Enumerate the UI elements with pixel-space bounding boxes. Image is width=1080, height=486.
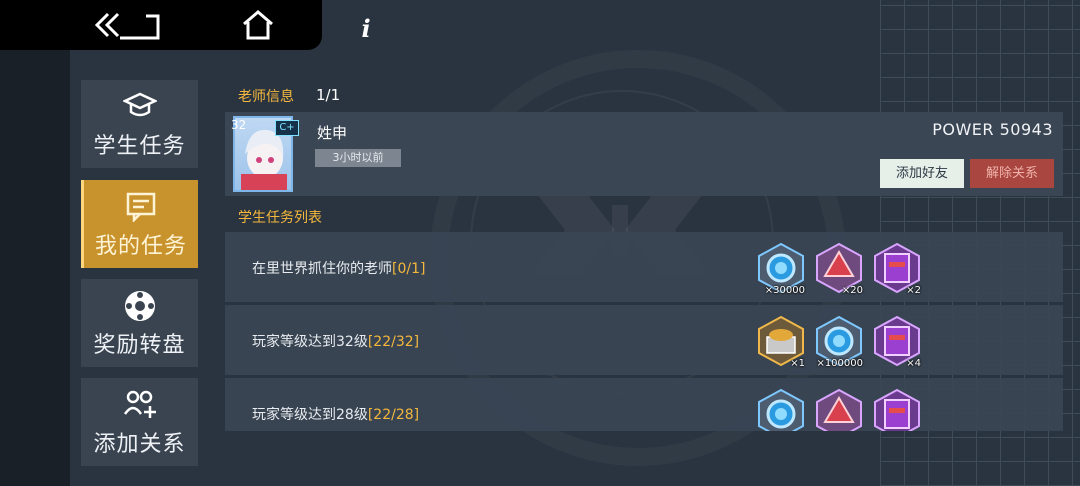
reward-quantity: ×4	[906, 358, 921, 369]
game-screen: i 学生任务 我的任务 奖励转盘 添加关系 老师信息 1/1 32 C+ 姓申 …	[0, 0, 1080, 486]
reward-item[interactable]: ×2	[871, 242, 923, 296]
roulette-icon	[124, 291, 155, 321]
reward-quantity: ×20	[841, 285, 863, 296]
reward-item[interactable]: ×100000	[813, 315, 865, 369]
reward-item[interactable]: ×30000	[755, 242, 807, 296]
task-description: 玩家等级达到28级[22/28]	[252, 407, 420, 423]
avatar-level: 32	[231, 118, 247, 132]
home-button[interactable]	[238, 8, 278, 42]
teacher-name: 姓申	[317, 124, 348, 142]
sidebar-item-label: 学生任务	[93, 134, 186, 159]
rank-badge: C+	[275, 120, 299, 136]
remove-relation-button[interactable]: 解除关系	[970, 159, 1054, 188]
task-progress: [22/32]	[367, 334, 420, 350]
reward-item[interactable]	[871, 388, 923, 431]
task-row: 玩家等级达到28级[22/28]	[225, 378, 1063, 431]
teacher-count: 1/1	[316, 86, 341, 104]
reward-item[interactable]	[755, 388, 807, 431]
graduation-cap-icon	[122, 92, 157, 117]
reward-item[interactable]: ×4	[871, 315, 923, 369]
sidebar-item-my-tasks[interactable]: 我的任务	[81, 180, 198, 268]
task-description: 在里世界抓住你的老师[0/1]	[252, 261, 426, 277]
reward-item[interactable]: ×1	[755, 315, 807, 369]
reward-list: ×1 ×100000 ×4	[755, 315, 923, 369]
purple-book-icon	[874, 388, 920, 431]
reward-item[interactable]	[813, 388, 865, 431]
sidebar-item-label: 我的任务	[94, 234, 187, 259]
power-value: POWER 50943	[932, 120, 1053, 139]
add-relation-icon	[123, 390, 156, 418]
reward-list	[755, 388, 923, 431]
task-board-icon	[126, 192, 156, 222]
info-icon: i	[361, 14, 371, 43]
reward-list: ×30000 ×20 ×2	[755, 242, 923, 296]
task-row: 在里世界抓住你的老师[0/1] ×30000 ×20 ×2	[225, 232, 1063, 302]
red-crystal-icon	[816, 388, 862, 431]
back-button[interactable]	[90, 8, 162, 42]
sidebar-item-student-tasks[interactable]: 学生任务	[81, 80, 198, 168]
task-row: 玩家等级达到32级[22/32] ×1 ×100000 ×4	[225, 305, 1063, 375]
sidebar-item-reward-wheel[interactable]: 奖励转盘	[81, 279, 198, 367]
task-progress: [0/1]	[392, 261, 426, 277]
reward-item[interactable]: ×20	[813, 242, 865, 296]
home-icon	[243, 10, 273, 40]
reward-quantity: ×30000	[764, 285, 805, 296]
last-seen-badge: 3小时以前	[315, 149, 401, 167]
sidebar-item-label: 添加关系	[93, 432, 186, 457]
task-description: 玩家等级达到32级[22/32]	[252, 334, 420, 350]
sidebar-item-add-relation[interactable]: 添加关系	[81, 378, 198, 466]
reward-quantity: ×2	[906, 285, 921, 296]
sidebar-item-label: 奖励转盘	[93, 333, 186, 358]
info-button[interactable]: i	[352, 12, 380, 46]
top-bar	[0, 0, 322, 50]
teacher-info-title: 老师信息	[238, 89, 294, 105]
reward-quantity: ×1	[790, 358, 805, 369]
task-list-clip: 玩家等级达到28级[22/28]	[225, 378, 1063, 431]
teacher-card: 32 C+ 姓申 3小时以前 POWER 50943 添加好友 解除关系	[225, 112, 1063, 196]
background-strip	[0, 0, 70, 486]
add-friend-button[interactable]: 添加好友	[880, 159, 964, 188]
reward-quantity: ×100000	[816, 358, 863, 369]
double-chevron-left-icon	[94, 12, 160, 40]
task-progress: [22/28]	[367, 407, 420, 423]
blue-orb-icon	[758, 388, 804, 431]
task-list-title: 学生任务列表	[238, 210, 322, 226]
